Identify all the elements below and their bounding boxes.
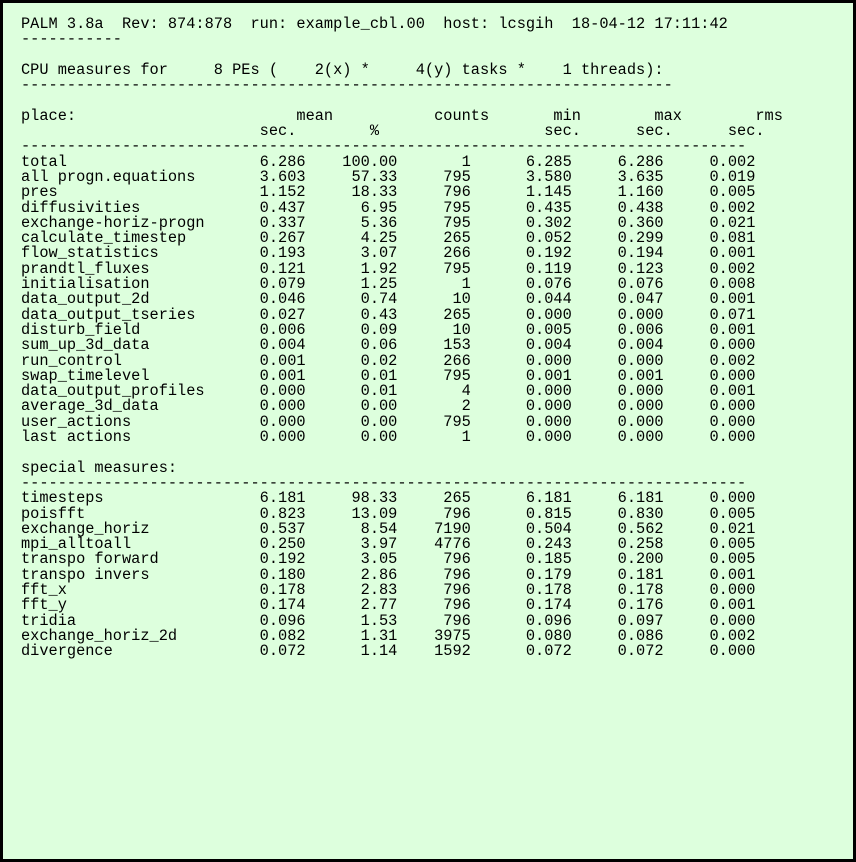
header-line: PALM 3.8a Rev: 874:878 run: example_cbl.…	[21, 15, 728, 33]
rule-short: ----------------------------------------…	[21, 76, 673, 94]
header-dashes: -----------	[21, 30, 122, 48]
special-rows: timesteps 6.181 98.33 265 6.181 6.181 0.…	[21, 489, 755, 660]
terminal-output: PALM 3.8a Rev: 874:878 run: example_cbl.…	[0, 0, 856, 862]
main-rows: total 6.286 100.00 1 6.285 6.286 0.002 a…	[21, 153, 755, 446]
